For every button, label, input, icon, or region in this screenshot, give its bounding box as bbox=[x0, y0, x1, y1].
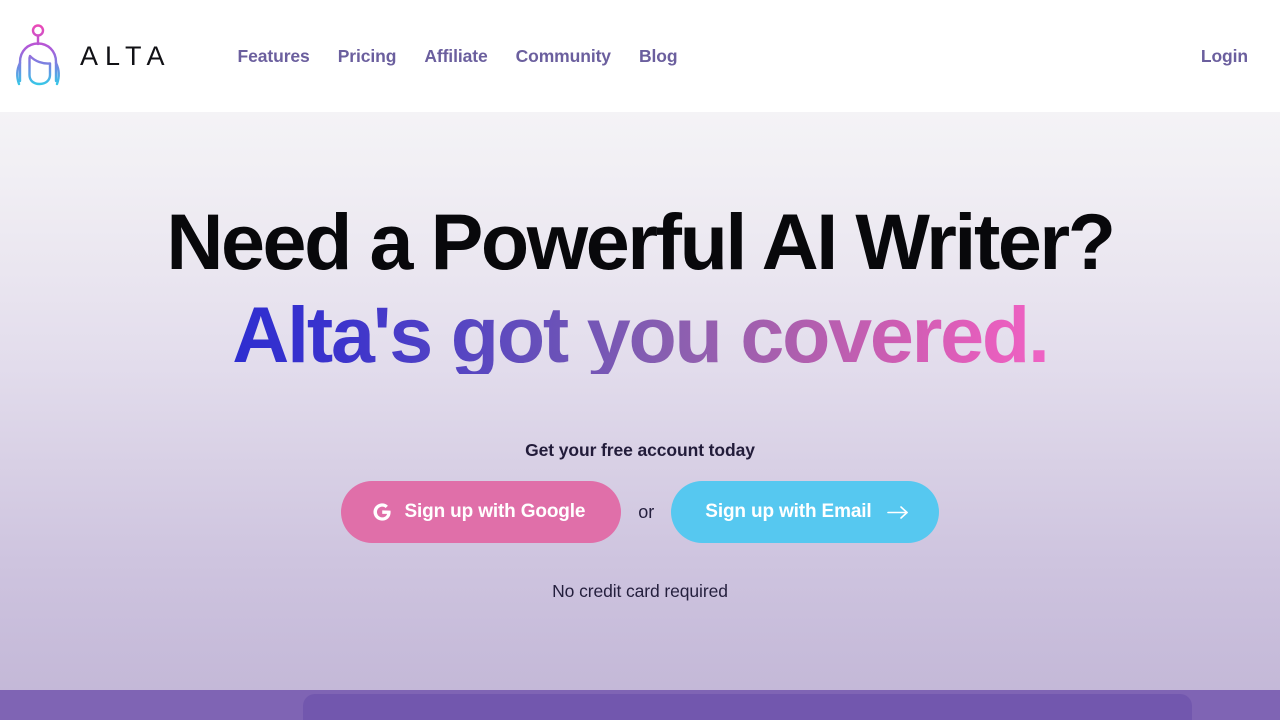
brand-logo-link[interactable]: ALTA bbox=[12, 23, 172, 89]
google-g-icon bbox=[371, 501, 393, 523]
nav-item-features[interactable]: Features bbox=[238, 46, 310, 67]
hero-footnote: No credit card required bbox=[552, 581, 728, 601]
primary-nav: Features Pricing Affiliate Community Blo… bbox=[238, 46, 678, 67]
nav-item-blog[interactable]: Blog bbox=[639, 46, 678, 67]
landing-page: ALTA Features Pricing Affiliate Communit… bbox=[0, 0, 1280, 720]
hero-headline-line2: Alta's got you covered. bbox=[232, 290, 1050, 379]
site-header: ALTA Features Pricing Affiliate Communit… bbox=[0, 0, 1280, 112]
hero-section: Need a Powerful AI Writer? Alta's got yo… bbox=[0, 112, 1280, 720]
signup-email-button[interactable]: Sign up with Email bbox=[671, 481, 939, 543]
signup-email-label: Sign up with Email bbox=[705, 501, 872, 522]
bottom-purple-band bbox=[0, 690, 1280, 720]
nav-item-affiliate[interactable]: Affiliate bbox=[424, 46, 487, 67]
cta-button-row: Sign up with Google or Sign up with Emai… bbox=[341, 481, 939, 543]
brand-wordmark: ALTA bbox=[80, 40, 172, 71]
signup-google-label: Sign up with Google bbox=[404, 501, 586, 522]
cta-separator: or bbox=[638, 501, 655, 522]
nav-item-community[interactable]: Community bbox=[516, 46, 611, 67]
alta-avatar-logo-icon bbox=[12, 23, 64, 89]
signup-google-button[interactable]: Sign up with Google bbox=[341, 481, 622, 543]
bottom-content-card bbox=[303, 694, 1192, 720]
hero-headline-line1: Need a Powerful AI Writer? bbox=[166, 197, 1116, 286]
login-link[interactable]: Login bbox=[1201, 46, 1248, 67]
nav-item-pricing[interactable]: Pricing bbox=[338, 46, 397, 67]
arrow-right-icon bbox=[883, 505, 909, 520]
hero-subtitle: Get your free account today bbox=[525, 440, 755, 460]
